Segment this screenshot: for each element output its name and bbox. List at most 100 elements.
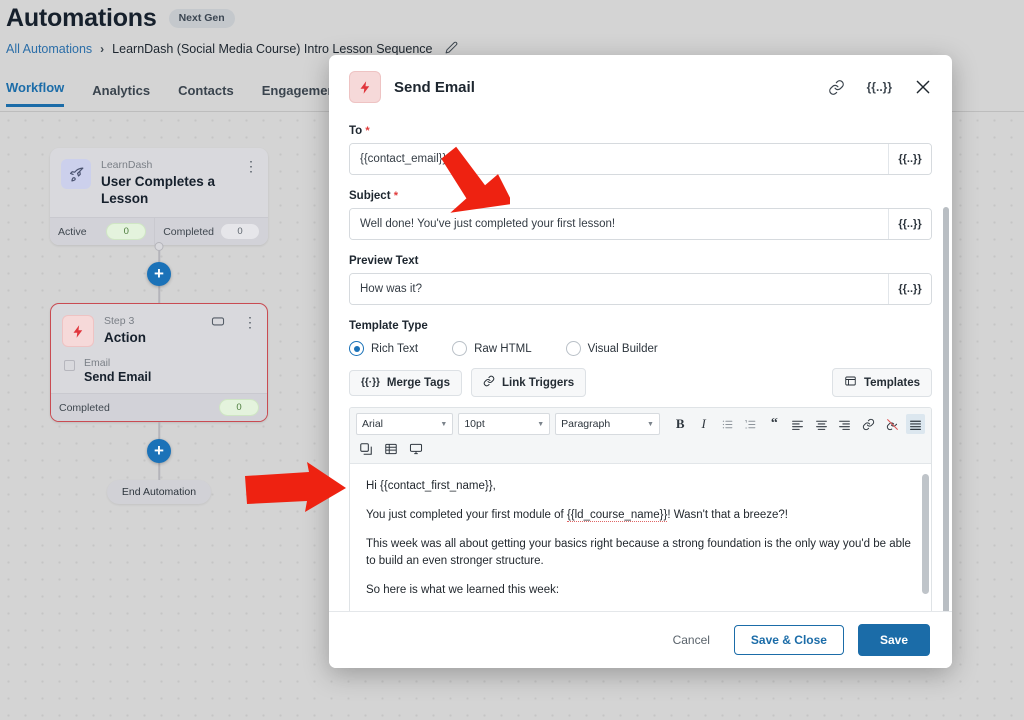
align-justify-icon[interactable] bbox=[906, 414, 925, 434]
email-line2-pre: You just completed your first module of bbox=[366, 509, 567, 521]
bold-icon[interactable]: B bbox=[671, 414, 690, 434]
merge-tag-icon: {{·}} bbox=[361, 377, 380, 388]
subject-field-label: Subject * bbox=[349, 190, 932, 202]
radio-raw-html[interactable]: Raw HTML bbox=[452, 341, 532, 356]
action-card-header: Step 3 Action ⋮ bbox=[51, 304, 267, 357]
email-line-4: So here is what we learned this week: bbox=[366, 582, 915, 600]
modal-header: Send Email {{..}} bbox=[329, 55, 952, 117]
editor-toolbar-row-1: Arial ▼ 10pt ▼ Paragraph ▼ B I bbox=[356, 413, 925, 435]
preview-text-input[interactable] bbox=[350, 274, 888, 304]
templates-button[interactable]: Templates bbox=[832, 368, 932, 397]
italic-icon[interactable]: I bbox=[694, 414, 713, 434]
email-merge-tag: {{ld_course_name}} bbox=[567, 509, 667, 522]
subject-field-wrapper: {{..}} bbox=[349, 208, 932, 240]
trigger-kicker: LearnDash bbox=[101, 159, 234, 173]
action-sub-kicker: Email bbox=[84, 357, 151, 369]
breadcrumb-all-automations[interactable]: All Automations bbox=[6, 42, 92, 56]
radio-rich-text-label: Rich Text bbox=[371, 343, 418, 355]
connector-2: + bbox=[50, 422, 268, 480]
action-card-stats: Completed 0 bbox=[51, 393, 267, 421]
to-field-label: To * bbox=[349, 125, 932, 137]
comment-icon[interactable] bbox=[211, 315, 225, 332]
merge-tags-button-label: Merge Tags bbox=[387, 377, 450, 389]
font-size-select[interactable]: 10pt ▼ bbox=[458, 413, 550, 435]
modal-footer: Cancel Save & Close Save bbox=[329, 611, 952, 668]
media-icon[interactable] bbox=[356, 439, 376, 459]
connector-1: + bbox=[50, 245, 268, 303]
add-step-button-2[interactable]: + bbox=[147, 439, 171, 463]
cancel-button[interactable]: Cancel bbox=[663, 627, 720, 653]
next-gen-badge: Next Gen bbox=[169, 9, 235, 28]
radio-rich-text[interactable]: Rich Text bbox=[349, 341, 418, 356]
to-input[interactable] bbox=[350, 144, 888, 174]
radio-visual-builder-label: Visual Builder bbox=[588, 343, 658, 355]
page-title: Automations bbox=[6, 4, 157, 33]
add-step-button-1[interactable]: + bbox=[147, 262, 171, 286]
preview-merge-tag-button[interactable]: {{..}} bbox=[888, 274, 931, 304]
sub-step-rail bbox=[63, 357, 75, 371]
save-button[interactable]: Save bbox=[858, 624, 930, 656]
unlink-icon[interactable] bbox=[883, 414, 902, 434]
preview-icon[interactable] bbox=[406, 439, 426, 459]
save-and-close-button[interactable]: Save & Close bbox=[734, 625, 844, 655]
editor-scrollbar[interactable] bbox=[922, 474, 929, 594]
action-card[interactable]: Step 3 Action ⋮ Email Send Email Complet… bbox=[50, 303, 268, 422]
chevron-down-icon: ▼ bbox=[537, 421, 544, 428]
editor-toolbar-row-2 bbox=[356, 439, 925, 459]
trigger-stat-active-value: 0 bbox=[106, 223, 146, 240]
align-center-icon[interactable] bbox=[812, 414, 831, 434]
trigger-stat-active-label: Active bbox=[58, 226, 87, 238]
email-line-3: This week was all about getting your bas… bbox=[366, 536, 915, 572]
sub-step-node-icon bbox=[64, 360, 75, 371]
block-format-select[interactable]: Paragraph ▼ bbox=[555, 413, 660, 435]
connector-node-dot bbox=[155, 242, 164, 251]
link-icon[interactable] bbox=[828, 79, 845, 96]
workflow-column: LearnDash User Completes a Lesson ⋮ Acti… bbox=[50, 148, 268, 504]
merge-tag-icon[interactable]: {{..}} bbox=[867, 81, 892, 93]
align-left-icon[interactable] bbox=[789, 414, 808, 434]
action-kicker: Step 3 bbox=[104, 315, 201, 329]
table-icon[interactable] bbox=[381, 439, 401, 459]
merge-tags-button[interactable]: {{·}} Merge Tags bbox=[349, 370, 462, 396]
close-icon[interactable] bbox=[914, 78, 932, 96]
radio-visual-builder[interactable]: Visual Builder bbox=[566, 341, 658, 356]
trigger-card[interactable]: LearnDash User Completes a Lesson ⋮ Acti… bbox=[50, 148, 268, 245]
tab-workflow[interactable]: Workflow bbox=[6, 80, 64, 107]
modal-scrollbar[interactable] bbox=[943, 207, 949, 611]
required-asterisk: * bbox=[365, 125, 369, 137]
subject-merge-tag-button[interactable]: {{..}} bbox=[888, 209, 931, 239]
radio-off-icon bbox=[566, 341, 581, 356]
font-size-value: 10pt bbox=[464, 418, 531, 430]
action-title: Action bbox=[104, 330, 201, 347]
send-email-modal: Send Email {{..}} To * {{..}} bbox=[329, 55, 952, 668]
rich-text-editor: Arial ▼ 10pt ▼ Paragraph ▼ B I bbox=[349, 407, 932, 611]
numbered-list-icon[interactable] bbox=[742, 414, 761, 434]
trigger-card-stats: Active 0 Completed 0 bbox=[50, 217, 268, 245]
to-merge-tag-button[interactable]: {{..}} bbox=[888, 144, 931, 174]
link-triggers-button[interactable]: Link Triggers bbox=[471, 368, 586, 397]
email-body-editor[interactable]: Hi {{contact_first_name}}, You just comp… bbox=[350, 464, 931, 611]
kebab-menu-icon[interactable]: ⋮ bbox=[244, 159, 258, 173]
trigger-title: User Completes a Lesson bbox=[101, 174, 234, 208]
modal-title: Send Email bbox=[394, 79, 475, 96]
lightning-bolt-icon bbox=[62, 315, 94, 347]
template-type-radio-group: Rich Text Raw HTML Visual Builder bbox=[349, 341, 932, 356]
end-automation-node[interactable]: End Automation bbox=[107, 480, 211, 504]
tab-contacts[interactable]: Contacts bbox=[178, 83, 234, 107]
breadcrumb-current: LearnDash (Social Media Course) Intro Le… bbox=[112, 42, 432, 56]
blockquote-icon[interactable]: “ bbox=[765, 414, 784, 434]
to-field-wrapper: {{..}} bbox=[349, 143, 932, 175]
lightning-bolt-icon bbox=[349, 71, 381, 103]
font-family-select[interactable]: Arial ▼ bbox=[356, 413, 453, 435]
tab-analytics[interactable]: Analytics bbox=[92, 83, 150, 107]
insert-link-icon[interactable] bbox=[859, 414, 878, 434]
align-right-icon[interactable] bbox=[836, 414, 855, 434]
action-sub-title: Send Email bbox=[84, 370, 151, 384]
subject-input[interactable] bbox=[350, 209, 888, 239]
kebab-menu-icon[interactable]: ⋮ bbox=[243, 315, 257, 329]
templates-button-label: Templates bbox=[864, 377, 920, 389]
editor-toolbar: Arial ▼ 10pt ▼ Paragraph ▼ B I bbox=[350, 408, 931, 464]
required-asterisk: * bbox=[394, 190, 398, 202]
trigger-card-header: LearnDash User Completes a Lesson ⋮ bbox=[50, 148, 268, 217]
bullet-list-icon[interactable] bbox=[718, 414, 737, 434]
